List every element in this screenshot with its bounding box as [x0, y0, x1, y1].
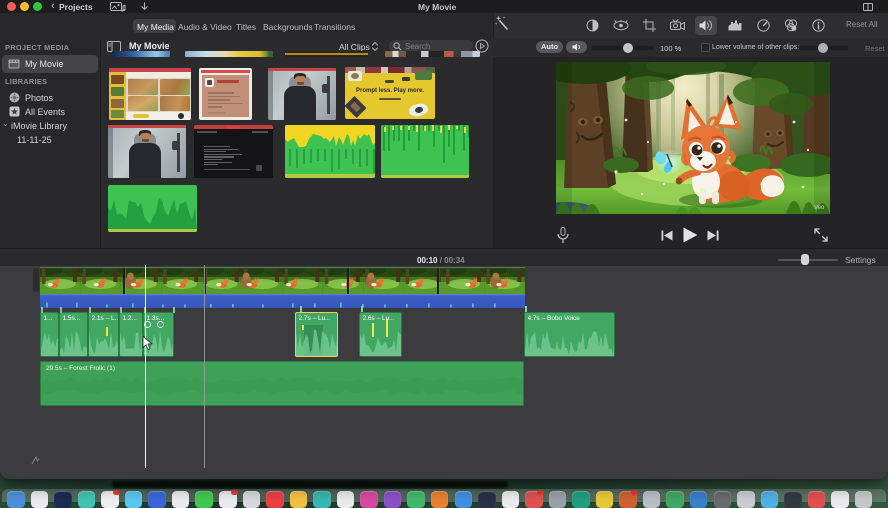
svg-text:Veo: Veo — [814, 205, 825, 211]
